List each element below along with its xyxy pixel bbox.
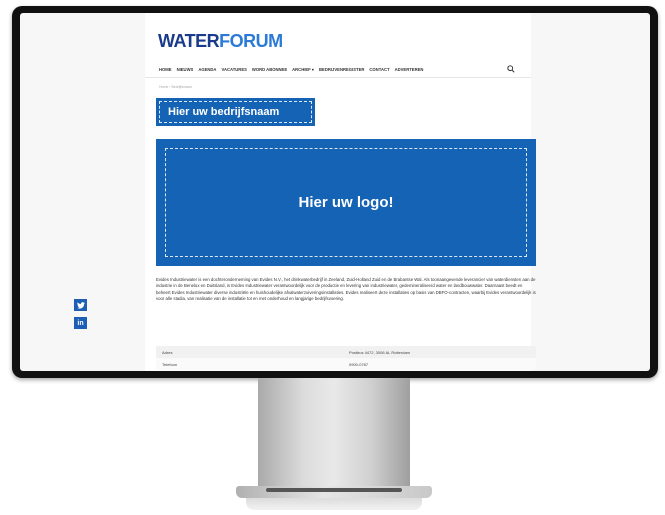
linkedin-share-button[interactable]: in (74, 317, 87, 329)
info-value: Postbus 4472, 3006 AL Rotterdam (349, 349, 411, 355)
nav-item-nieuws[interactable]: NIEUWS (177, 67, 194, 72)
company-description: Evides Industriewater is een dochteronde… (156, 277, 536, 302)
search-icon[interactable] (507, 65, 515, 73)
main-nav: HOME NIEUWS AGENDA VACATURES WORD ABONNE… (145, 62, 531, 78)
nav-item-bedrijvenregister[interactable]: BEDRIJVENREGISTER (319, 67, 364, 72)
monitor-stand-foot (246, 498, 422, 510)
monitor: in WATERFORUM HOME NIEUWS AGENDA VACATUR… (12, 6, 658, 378)
nav-item-home[interactable]: HOME (159, 67, 172, 72)
company-info-table: Adres Postbus 4472, 3006 AL Rotterdam Te… (156, 346, 536, 370)
screen: in WATERFORUM HOME NIEUWS AGENDA VACATUR… (20, 13, 650, 371)
twitter-share-button[interactable] (74, 299, 87, 311)
page: WATERFORUM HOME NIEUWS AGENDA VACATURES … (145, 13, 536, 371)
site-logo[interactable]: WATERFORUM (158, 31, 283, 51)
nav-item-contact[interactable]: CONTACT (369, 67, 389, 72)
company-name-box: Hier uw bedrijfsnaam (156, 98, 315, 126)
monitor-stand (258, 378, 410, 486)
company-logo-box: Hier uw logo! (156, 139, 536, 266)
info-label: Adres (162, 349, 173, 355)
nav-item-agenda[interactable]: AGENDA (198, 67, 216, 72)
breadcrumb[interactable]: Home › Bedrijfsnaam (159, 85, 192, 89)
monitor-stand-slot (266, 488, 402, 492)
nav-item-vacatures[interactable]: VACATURES (221, 67, 246, 72)
twitter-icon (76, 301, 85, 309)
logo-placeholder: Hier uw logo! (165, 148, 527, 257)
table-row: Telefoon 0900-0787 (156, 358, 536, 370)
nav-item-word-abonnee[interactable]: WORD ABONNEE (252, 67, 287, 72)
company-name: Hier uw bedrijfsnaam (159, 101, 312, 123)
info-label: Telefoon (162, 361, 178, 367)
logo-part-forum: FORUM (219, 31, 283, 51)
logo-part-water: WATER (158, 31, 220, 51)
linkedin-icon: in (77, 319, 84, 327)
nav-item-archief[interactable]: ARCHIEF ▾ (292, 67, 314, 72)
table-row: Adres Postbus 4472, 3006 AL Rotterdam (156, 346, 536, 358)
info-value: 0900-0787 (349, 361, 369, 367)
nav-item-adverteren[interactable]: ADVERTEREN (395, 67, 424, 72)
